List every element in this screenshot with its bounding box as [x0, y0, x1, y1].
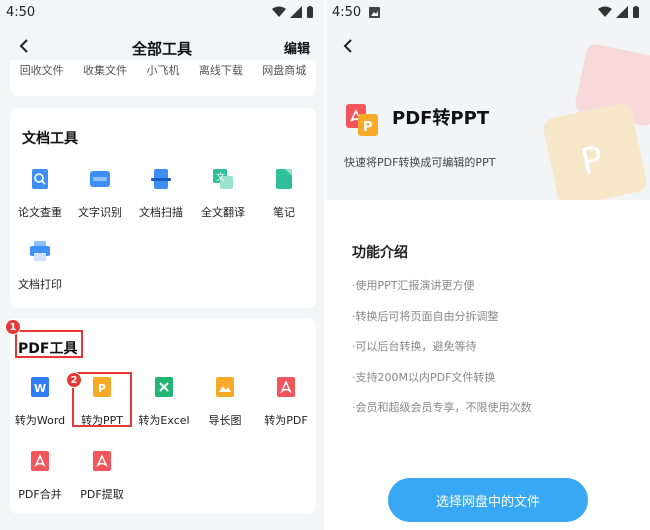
tool-pdf-extract[interactable]: PDF提取 [72, 450, 132, 502]
tool-pdf-merge[interactable]: PDF合并 [10, 450, 70, 502]
chevron-left-icon [343, 39, 352, 53]
tool-label: 转为Excel [138, 414, 190, 427]
tool-label: 转为Word [14, 414, 66, 427]
hero-subtitle: 快速将PDF转换成可编辑的PPT [344, 156, 496, 169]
paper-check-icon [32, 169, 48, 189]
tool-label-cut[interactable]: 离线下载 [199, 62, 243, 78]
svg-text:文: 文 [216, 171, 225, 183]
ocr-icon [90, 171, 110, 187]
svg-text:W: W [34, 382, 46, 395]
back-button[interactable] [338, 36, 358, 56]
word-icon: W [31, 377, 49, 397]
tool-label-cut[interactable]: 网盘商城 [262, 62, 306, 78]
tool-paper-check[interactable]: 论文查重 [10, 168, 70, 220]
step-badge-2: 2 [66, 372, 82, 388]
features-list: ·使用PPT汇报演讲更方便 ·转换后可将页面自由分拆调整 ·可以后台转换，避免等… [352, 277, 532, 430]
edit-button[interactable]: 编辑 [284, 38, 310, 57]
battery-icon [307, 5, 313, 18]
feature-item: ·使用PPT汇报演讲更方便 [352, 279, 475, 292]
printer-icon [30, 241, 50, 261]
feature-item: ·转换后可将页面自由分拆调整 [352, 309, 499, 323]
signal-icon [290, 6, 302, 18]
header-bar: 全部工具 编辑 [0, 30, 324, 64]
tool-label: 全文翻译 [201, 206, 245, 219]
tool-ocr[interactable]: 文字识别 [70, 168, 130, 220]
pdf-to-ppt-screen: P 4:50 P PDF转PPT 快速将PDF转换成可编辑的PPT 功能介绍 ·… [326, 0, 650, 530]
pdf-merge-icon [31, 451, 49, 471]
svg-text:P: P [363, 120, 373, 135]
tool-label: 导长图 [208, 414, 242, 427]
tool-label: PDF提取 [80, 488, 124, 501]
select-file-button[interactable]: 选择网盘中的文件 [388, 478, 588, 522]
scan-icon [151, 169, 171, 189]
tool-label-cut[interactable]: 小飞机 [146, 62, 179, 78]
step-badge-1: 1 [5, 319, 21, 335]
status-bar: 4:50 [0, 0, 324, 24]
tool-translate[interactable]: 文 全文翻译 [193, 168, 253, 220]
tool-label-cut[interactable]: 回收文件 [20, 62, 64, 78]
pdf-icon [277, 377, 295, 397]
tool-print[interactable]: 文档打印 [10, 240, 70, 292]
tool-scan[interactable]: 文档扫描 [131, 168, 191, 220]
hero-title: PDF转PPT [392, 108, 490, 129]
battery-icon [633, 5, 639, 18]
tool-label: 论文查重 [18, 206, 62, 219]
translate-icon: 文 [213, 169, 233, 189]
image-notification-icon [369, 6, 381, 18]
pdf-extract-icon [93, 451, 111, 471]
excel-icon [155, 377, 173, 397]
feature-item: ·支持200M以内PDF文件转换 [352, 370, 496, 384]
note-icon [276, 169, 292, 189]
page-title: 全部工具 [131, 40, 192, 58]
pdf-to-ppt-icon: P [346, 104, 378, 136]
tool-label: PDF合并 [18, 488, 62, 501]
wifi-icon [598, 6, 612, 17]
tool-label: 文字识别 [78, 206, 122, 219]
feature-item: ·会员和超级会员专享，不限使用次数 [352, 401, 532, 414]
hero-section: P [326, 0, 650, 200]
features-title: 功能介绍 [352, 245, 408, 261]
tool-to-excel[interactable]: 转为Excel [134, 376, 194, 428]
tool-label: 笔记 [273, 206, 295, 219]
tool-to-word[interactable]: W 转为Word [10, 376, 70, 428]
all-tools-screen: 4:50 全部工具 编辑 回收文件 收集文件 小飞机 离线下载 网盘商城 文档工具 论文… [0, 0, 324, 530]
tool-label-cut[interactable]: 收集文件 [83, 62, 127, 78]
tool-to-pdf[interactable]: 转为PDF [256, 376, 316, 428]
doc-tools-card: 文档工具 论文查重 文字识别 文档扫描 文 全文翻译 笔记 文档打印 [10, 108, 316, 308]
image-icon [216, 377, 234, 397]
doc-tools-title: 文档工具 [22, 131, 78, 147]
status-time: 4:50 [6, 4, 36, 20]
feature-item: ·可以后台转换，避免等待 [352, 340, 477, 353]
tool-label: 转为PDF [264, 414, 308, 427]
highlight-pdf-tools [15, 330, 83, 358]
tool-long-image[interactable]: 导长图 [195, 376, 255, 428]
status-time: 4:50 [332, 4, 362, 20]
status-bar: 4:50 [326, 0, 650, 24]
wifi-icon [272, 6, 286, 17]
decorative-file-icons: P [543, 44, 650, 200]
signal-icon [616, 6, 628, 18]
tools-card-cut: 回收文件 收集文件 小飞机 离线下载 网盘商城 [10, 60, 316, 96]
tool-label: 文档扫描 [139, 206, 183, 219]
tool-label: 文档打印 [18, 278, 62, 291]
tool-note[interactable]: 笔记 [254, 168, 314, 220]
